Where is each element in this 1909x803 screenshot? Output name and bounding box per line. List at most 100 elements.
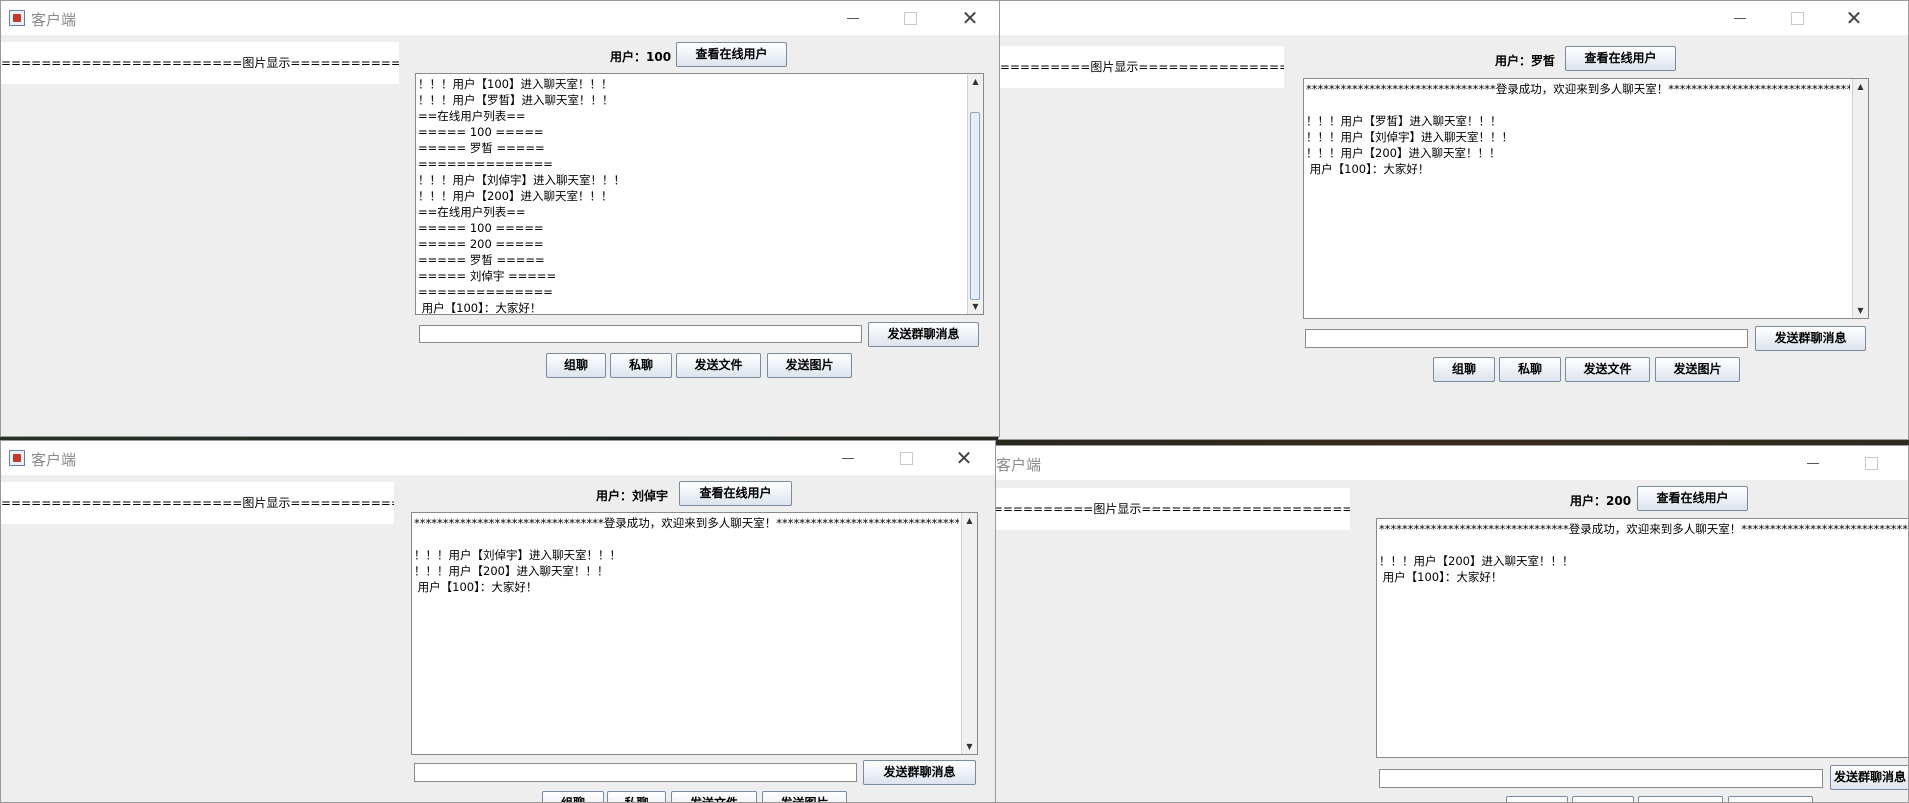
send-file-button[interactable]: 发送文件 xyxy=(1565,357,1650,382)
chat-log: *********************************登录成功，欢迎… xyxy=(1303,78,1869,319)
send-file-button[interactable]: 发送文件 xyxy=(671,791,757,802)
chat-message: ==在线用户列表== xyxy=(418,109,526,123)
message-list: ！！！用户【100】进入聊天室！！！ ！！！用户【罗皙】进入聊天室！！！ ==在线用… xyxy=(418,76,965,315)
scroll-up-icon[interactable]: ▲ xyxy=(962,513,977,528)
message-list: *********************************登录成功，欢迎… xyxy=(1306,81,1850,177)
chat-message: ！！！用户【200】进入聊天室！！！ xyxy=(1379,554,1574,568)
maximize-icon[interactable] xyxy=(1786,7,1808,29)
current-user-label: 用户：200 xyxy=(1570,494,1632,508)
chat-scrollbar[interactable]: ▲ ▼ xyxy=(1852,79,1868,318)
chat-message: 用户【100】：大家好！ xyxy=(1379,570,1503,584)
client-window-200: 客户端 ========================图片显示========… xyxy=(991,445,1909,803)
send-file-button[interactable]: 发送文件 xyxy=(676,353,761,378)
send-image-button[interactable] xyxy=(1728,796,1813,802)
chat-message: ===== 100 ===== xyxy=(418,125,544,139)
chat-message: ==在线用户列表== xyxy=(418,205,526,219)
close-icon[interactable]: ✕ xyxy=(959,6,981,30)
client-window-luoxi: ✕ ========================图片显示==========… xyxy=(998,0,1909,440)
scroll-up-icon[interactable]: ▲ xyxy=(1853,79,1868,94)
group-chat-button[interactable]: 组聊 xyxy=(542,791,604,802)
send-file-button[interactable] xyxy=(1638,796,1723,802)
online-users-button[interactable]: 查看在线用户 xyxy=(1565,46,1676,71)
chat-message: ！！！用户【罗皙】进入聊天室！！！ xyxy=(418,93,614,107)
chat-message xyxy=(414,531,959,547)
image-display-area: ========================图片显示============… xyxy=(1,482,394,524)
scroll-down-icon[interactable]: ▼ xyxy=(968,299,983,314)
scroll-up-icon[interactable]: ▲ xyxy=(968,74,983,89)
chat-message: 用户【100】：大家好！ xyxy=(418,301,542,315)
message-input[interactable] xyxy=(1305,329,1748,348)
maximize-icon[interactable] xyxy=(1860,452,1882,474)
chat-message: ===== 刘倬宇 ===== xyxy=(418,269,557,283)
chat-message: ！！！用户【刘倬宇】进入聊天室！！！ xyxy=(414,548,621,562)
group-chat-button[interactable]: 组聊 xyxy=(1433,357,1495,382)
java-app-icon xyxy=(9,10,25,26)
online-users-button[interactable]: 查看在线用户 xyxy=(676,42,787,67)
chat-message: ！！！用户【刘倬宇】进入聊天室！！！ xyxy=(1306,130,1513,144)
minimize-icon[interactable] xyxy=(837,447,859,469)
chat-message: ===== 200 ===== xyxy=(418,237,544,251)
private-chat-button[interactable]: 私聊 xyxy=(610,353,672,378)
message-input[interactable] xyxy=(1379,769,1823,788)
chat-message: ！！！用户【罗皙】进入聊天室！！！ xyxy=(1306,114,1502,128)
current-user-label: 用户：100 xyxy=(610,50,672,64)
send-image-button[interactable]: 发送图片 xyxy=(1655,357,1740,382)
chat-message: ！！！用户【200】进入聊天室！！！ xyxy=(1306,146,1501,160)
scroll-thumb[interactable] xyxy=(970,112,980,300)
image-display-area: ========================图片显示============… xyxy=(992,488,1350,530)
chat-message xyxy=(1379,537,1908,553)
chat-message: *********************************登录成功，欢迎… xyxy=(1379,522,1909,536)
send-group-message-button[interactable]: 发送群聊消息 xyxy=(863,760,976,785)
minimize-icon[interactable] xyxy=(1729,7,1751,29)
chat-message: *********************************登录成功，欢迎… xyxy=(414,516,959,530)
current-user-label: 用户：罗皙 xyxy=(1495,54,1556,68)
minimize-icon[interactable] xyxy=(1802,452,1824,474)
chat-message: ===== 罗皙 ===== xyxy=(418,141,545,155)
maximize-icon[interactable] xyxy=(895,447,917,469)
title-bar[interactable]: ✕ xyxy=(999,1,1908,35)
private-chat-button[interactable] xyxy=(1572,796,1634,802)
minimize-icon[interactable] xyxy=(842,7,864,29)
chat-message: ！！！用户【200】进入聊天室！！！ xyxy=(418,189,613,203)
chat-message: 用户【100】：大家好！ xyxy=(414,580,538,594)
title-bar[interactable]: 客户端 ✕ xyxy=(1,1,999,35)
title-bar[interactable]: 客户端 xyxy=(992,446,1908,480)
group-chat-button[interactable] xyxy=(1506,796,1568,802)
maximize-icon[interactable] xyxy=(899,7,921,29)
message-input[interactable] xyxy=(414,763,857,782)
close-icon[interactable]: ✕ xyxy=(953,446,975,470)
title-bar[interactable]: 客户端 ✕ xyxy=(1,441,995,475)
chat-message: ！！！用户【刘倬宇】进入聊天室！！！ xyxy=(418,173,625,187)
chat-message: 用户【100】：大家好！ xyxy=(1306,162,1430,176)
send-group-message-button[interactable]: 发送群聊消息 xyxy=(868,322,979,347)
send-image-button[interactable]: 发送图片 xyxy=(762,791,847,802)
message-list: *********************************登录成功，欢迎… xyxy=(1379,521,1909,585)
java-app-icon xyxy=(9,450,25,466)
chat-message: ！！！用户【100】进入聊天室！！！ xyxy=(418,77,613,91)
image-display-area: ========================图片显示============… xyxy=(999,46,1284,88)
online-users-button[interactable]: 查看在线用户 xyxy=(1637,486,1748,511)
chat-message: ============== xyxy=(418,285,553,299)
send-group-message-button[interactable]: 发送群聊消息 xyxy=(1830,765,1908,790)
window-title: 客户端 xyxy=(31,451,77,469)
close-icon[interactable]: ✕ xyxy=(1843,6,1865,30)
chat-scrollbar[interactable]: ▲ ▼ xyxy=(961,513,977,754)
send-image-button[interactable]: 发送图片 xyxy=(767,353,852,378)
scroll-down-icon[interactable]: ▼ xyxy=(1853,303,1868,318)
chat-message: *********************************登录成功，欢迎… xyxy=(1306,82,1850,96)
group-chat-button[interactable]: 组聊 xyxy=(546,353,606,378)
chat-scrollbar[interactable]: ▲ ▼ xyxy=(967,74,983,314)
image-display-area: ========================图片显示============… xyxy=(1,42,399,84)
chat-message xyxy=(1306,97,1850,113)
window-title: 客户端 xyxy=(996,456,1042,474)
scroll-down-icon[interactable]: ▼ xyxy=(962,739,977,754)
chat-log: ！！！用户【100】进入聊天室！！！ ！！！用户【罗皙】进入聊天室！！！ ==在线用… xyxy=(415,73,984,315)
private-chat-button[interactable]: 私聊 xyxy=(1499,357,1561,382)
window-title: 客户端 xyxy=(31,11,77,29)
client-window-100: 客户端 ✕ ========================图片显示======… xyxy=(0,0,1000,437)
send-group-message-button[interactable]: 发送群聊消息 xyxy=(1755,326,1866,351)
chat-message: ============== xyxy=(418,157,553,171)
message-input[interactable] xyxy=(419,325,862,343)
private-chat-button[interactable]: 私聊 xyxy=(607,791,666,802)
online-users-button[interactable]: 查看在线用户 xyxy=(679,481,792,506)
